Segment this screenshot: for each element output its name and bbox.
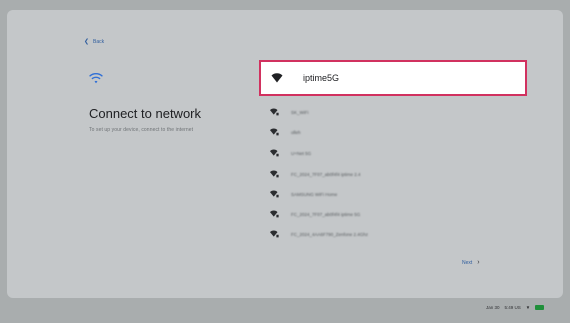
network-item[interactable]: SAMSUNG WiFi Home [270, 190, 337, 198]
network-item[interactable]: U+Net 5G [270, 149, 311, 157]
network-name: iptime5G [303, 73, 340, 83]
wifi-locked-icon [270, 128, 279, 136]
oobe-screen: ❮ Back Connect to network To set up your… [0, 0, 570, 323]
network-name: SAMSUNG WiFi Home [291, 191, 338, 197]
wifi-icon [89, 73, 103, 84]
wifi-locked-icon [270, 149, 279, 157]
status-bar[interactable]: Jan 30 5:49 US ▼ [486, 305, 545, 310]
network-name: FC_2024_4AA6F790_Zenfone 2.4Ghz [291, 231, 369, 237]
next-label: Next [462, 259, 473, 266]
next-button[interactable]: Next › [462, 259, 480, 266]
network-item[interactable]: olleh [270, 128, 301, 136]
network-name: FC_2024_7F07_ab0f4f4 iptime 5G [291, 211, 361, 217]
network-item-selected[interactable]: iptime5G [259, 60, 527, 96]
page-subtitle: To set up your device, connect to the in… [89, 127, 194, 133]
network-item[interactable]: FC_2024_7F07_ab0f4f4 iptime 5G [270, 210, 360, 218]
wifi-locked-icon [270, 210, 279, 218]
network-item[interactable]: SK_WiFi [270, 108, 309, 116]
status-date: Jan 30 [486, 305, 500, 310]
back-label: Back [93, 38, 105, 45]
chevron-right-icon: › [477, 259, 480, 266]
wifi-locked-icon [270, 170, 279, 178]
network-item[interactable]: FC_2024_4AA6F790_Zenfone 2.4Ghz [270, 230, 368, 238]
network-name: SK_WiFi [291, 109, 309, 115]
wifi-icon [271, 73, 283, 83]
wifi-status-icon: ▼ [525, 305, 531, 310]
network-item[interactable]: FC_2024_7F07_ab0f4f4 iptime 2.4 [270, 170, 361, 178]
wifi-locked-icon [270, 230, 279, 238]
network-name: U+Net 5G [291, 150, 312, 156]
status-time: 5:49 US [504, 305, 521, 310]
wifi-locked-icon [270, 108, 279, 116]
arrow-left-icon: ❮ [84, 39, 90, 45]
network-name: olleh [291, 129, 301, 135]
wifi-locked-icon [270, 190, 279, 198]
back-button[interactable]: ❮ Back [84, 38, 105, 46]
network-name: FC_2024_7F07_ab0f4f4 iptime 2.4 [291, 171, 361, 177]
battery-icon [535, 305, 545, 310]
page-title: Connect to network [89, 106, 202, 121]
